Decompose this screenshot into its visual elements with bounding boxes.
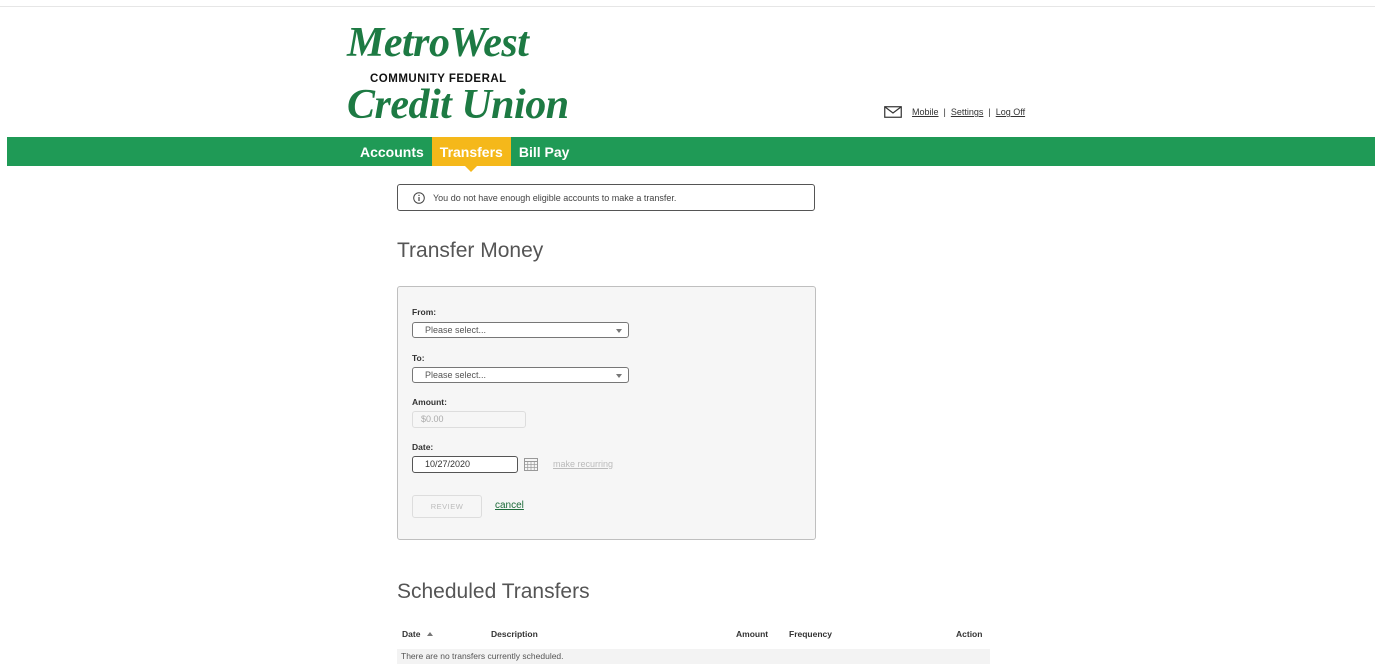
logo-line-credit-union: Credit Union [347, 82, 569, 128]
to-label: To: [412, 353, 425, 363]
log-off-link[interactable]: Log Off [996, 107, 1025, 117]
sort-ascending-icon [427, 632, 434, 636]
calendar-icon[interactable] [524, 457, 538, 471]
column-header-amount: Amount [736, 629, 769, 639]
review-button[interactable]: REVIEW [412, 495, 482, 518]
nav-tab-transfers[interactable]: Transfers [431, 137, 511, 172]
envelope-icon[interactable] [884, 106, 902, 118]
to-account-select[interactable]: Please select... [412, 367, 629, 383]
date-label: Date: [412, 442, 434, 452]
chevron-down-icon [616, 374, 622, 378]
scheduled-table-header: Date Description Amount Frequency Action [397, 626, 990, 642]
column-header-frequency: Frequency [789, 629, 832, 639]
amount-label: Amount: [412, 397, 447, 407]
scheduled-transfers-title: Scheduled Transfers [397, 580, 590, 603]
nav-tab-bill-pay[interactable]: Bill Pay [511, 137, 578, 166]
amount-input[interactable]: $0.00 [412, 411, 526, 428]
date-input[interactable]: 10/27/2020 [412, 456, 518, 473]
utility-separator: | [943, 107, 946, 117]
eligibility-alert: You do not have enough eligible accounts… [397, 184, 815, 211]
utility-separator: | [988, 107, 991, 117]
column-header-description: Description [491, 629, 538, 639]
logo-line-metrowest: MetroWest [347, 20, 529, 66]
settings-link[interactable]: Settings [951, 107, 984, 117]
main-nav-bar: Accounts Transfers Bill Pay [7, 137, 1375, 172]
info-icon [413, 191, 425, 204]
chevron-down-icon [616, 329, 622, 333]
from-account-select[interactable]: Please select... [412, 322, 629, 338]
main-nav: Accounts Transfers Bill Pay [352, 137, 578, 172]
metrowest-logo[interactable]: MetroWest COMMUNITY FEDERAL Credit Union [347, 20, 587, 128]
column-header-action: Action [956, 629, 983, 639]
column-header-date[interactable]: Date [402, 629, 434, 639]
from-select-value: Please select... [425, 325, 487, 335]
to-select-value: Please select... [425, 370, 487, 380]
table-empty-row: There are no transfers currently schedul… [397, 649, 990, 664]
make-recurring-link[interactable]: make recurring [553, 459, 613, 469]
utility-links: Mobile | Settings | Log Off [884, 104, 1025, 120]
from-label: From: [412, 307, 437, 317]
column-header-date-label: Date [402, 629, 421, 639]
alert-text: You do not have enough eligible accounts… [433, 192, 677, 203]
transfer-money-title: Transfer Money [397, 239, 544, 262]
nav-tab-accounts[interactable]: Accounts [352, 137, 432, 166]
cancel-link[interactable]: cancel [495, 500, 524, 511]
mobile-link[interactable]: Mobile [912, 107, 939, 117]
transfer-form: From: Please select... To: Please select… [397, 286, 816, 540]
top-divider [0, 6, 1375, 7]
